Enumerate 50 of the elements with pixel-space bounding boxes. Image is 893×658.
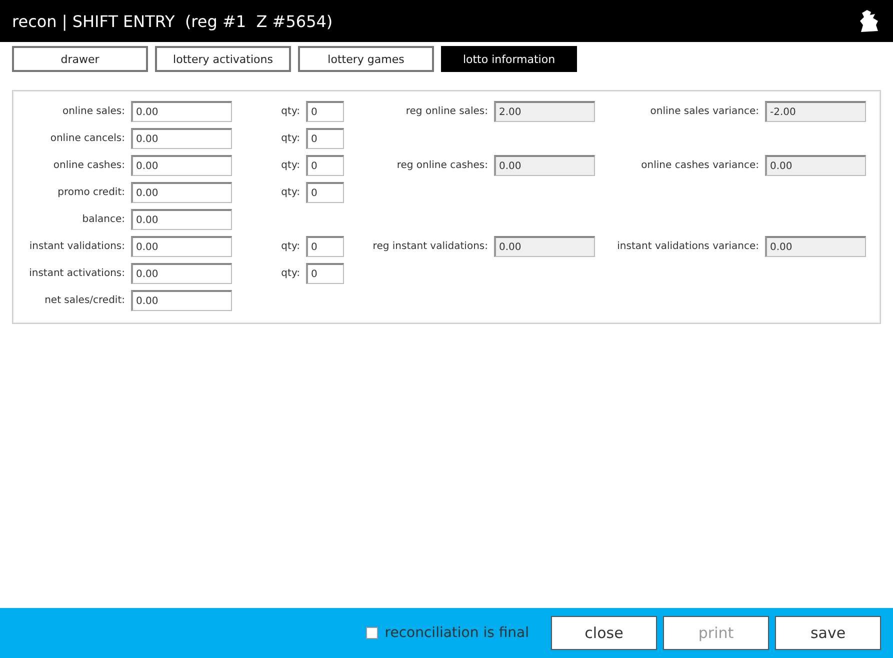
input-field[interactable]: 0.00 bbox=[494, 155, 595, 176]
input-field[interactable]: 0 bbox=[306, 182, 344, 203]
input-field[interactable]: 0.00 bbox=[131, 263, 232, 284]
field-label: balance: bbox=[81, 214, 125, 225]
input-field[interactable]: 2.00 bbox=[494, 101, 595, 122]
checkbox-label: reconciliation is final bbox=[384, 625, 529, 641]
footer-button[interactable]: save bbox=[775, 616, 881, 650]
tab[interactable]: lottery games bbox=[298, 46, 434, 72]
field-label: qty: bbox=[280, 268, 300, 279]
window-title: recon | SHIFT ENTRY (reg #1 Z #5654) bbox=[12, 12, 333, 30]
field-label: reg online sales: bbox=[404, 106, 488, 117]
field-label: online cashes variance: bbox=[640, 160, 759, 171]
input-field[interactable]: 0.00 bbox=[131, 236, 232, 257]
tab[interactable]: drawer bbox=[12, 46, 148, 72]
field-label: online cancels: bbox=[49, 133, 125, 144]
input-field[interactable]: -2.00 bbox=[765, 101, 866, 122]
field-label: reg online cashes: bbox=[396, 160, 488, 171]
tab[interactable]: lottery activations bbox=[155, 46, 291, 72]
tab[interactable]: lotto information bbox=[441, 46, 577, 72]
input-field[interactable]: 0 bbox=[306, 263, 344, 284]
input-field[interactable]: 0.00 bbox=[765, 236, 866, 257]
input-field[interactable]: 0 bbox=[306, 236, 344, 257]
input-field[interactable]: 0.00 bbox=[131, 101, 232, 122]
field-label: qty: bbox=[280, 160, 300, 171]
input-field[interactable]: 0 bbox=[306, 128, 344, 149]
input-field[interactable]: 0 bbox=[306, 101, 344, 122]
checkbox[interactable] bbox=[366, 627, 378, 639]
field-label: promo credit: bbox=[56, 187, 125, 198]
field-label: online cashes: bbox=[52, 160, 125, 171]
field-label: instant validations variance: bbox=[616, 241, 759, 252]
footer-button[interactable]: close bbox=[551, 616, 657, 650]
field-label: online sales: bbox=[61, 106, 125, 117]
input-field[interactable]: 0.00 bbox=[131, 182, 232, 203]
field-label: instant activations: bbox=[28, 268, 125, 279]
logo-icon bbox=[859, 9, 879, 33]
field-label: qty: bbox=[280, 187, 300, 198]
field-label: online sales variance: bbox=[649, 106, 759, 117]
input-field[interactable]: 0.00 bbox=[131, 128, 232, 149]
field-label: qty: bbox=[280, 106, 300, 117]
field-label: instant validations: bbox=[28, 241, 125, 252]
input-field[interactable]: 0 bbox=[306, 155, 344, 176]
input-field[interactable]: 0.00 bbox=[494, 236, 595, 257]
field-label: reg instant validations: bbox=[372, 241, 488, 252]
field-label: qty: bbox=[280, 133, 300, 144]
field-label: net sales/credit: bbox=[44, 295, 125, 306]
field-label: qty: bbox=[280, 241, 300, 252]
input-field[interactable]: 0.00 bbox=[131, 209, 232, 230]
input-field[interactable]: 0.00 bbox=[131, 290, 232, 311]
input-field[interactable]: 0.00 bbox=[765, 155, 866, 176]
input-field[interactable]: 0.00 bbox=[131, 155, 232, 176]
